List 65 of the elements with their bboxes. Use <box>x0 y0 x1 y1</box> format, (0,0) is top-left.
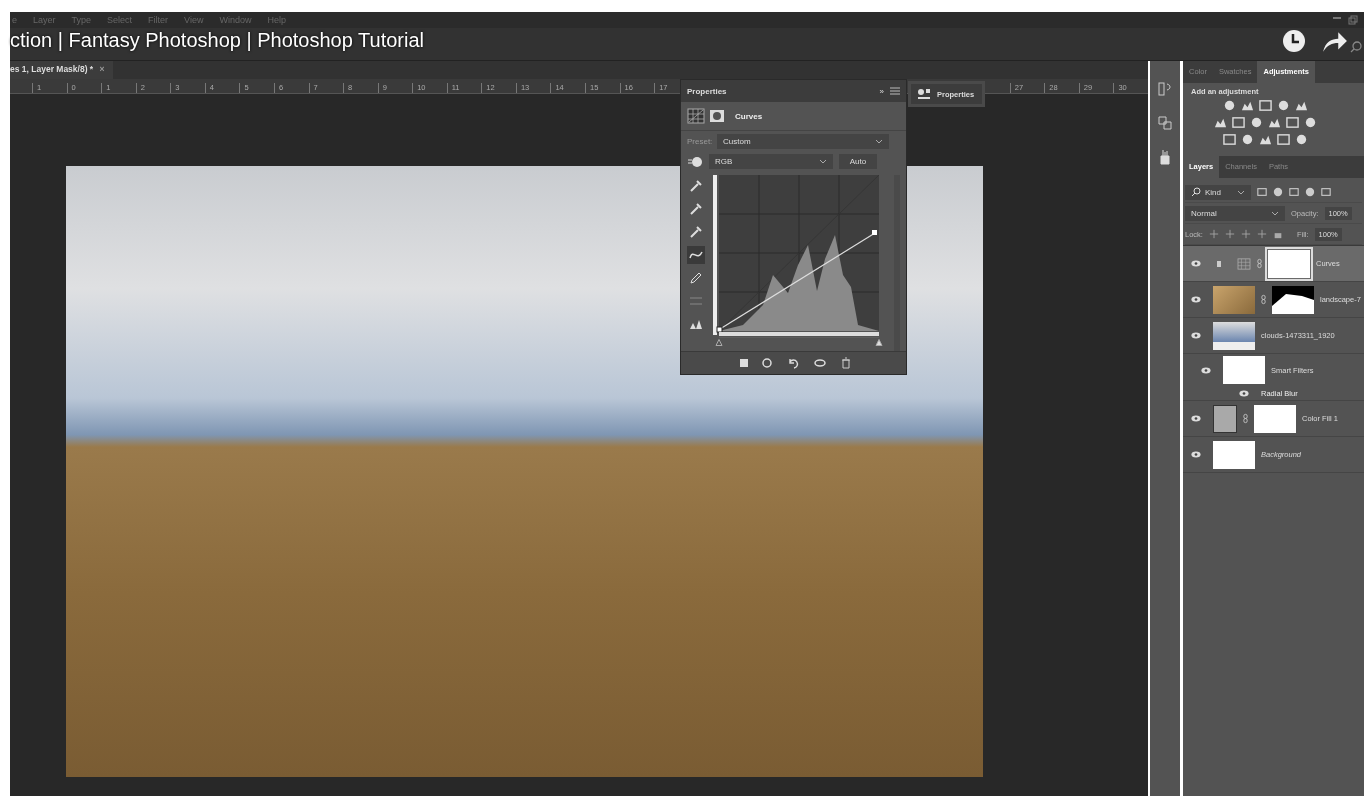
adjustment-icon[interactable] <box>1268 116 1281 129</box>
dock-panel-icon[interactable] <box>1157 149 1173 165</box>
panel-action-icon[interactable] <box>786 357 801 369</box>
link-chain-icon <box>1243 413 1248 424</box>
adjustment-icon[interactable] <box>1295 99 1308 112</box>
adjustment-icon[interactable] <box>1223 99 1236 112</box>
layer-thumbnail[interactable] <box>1213 321 1255 350</box>
layer-thumbnail[interactable] <box>1213 440 1255 469</box>
layer-mask-thumbnail[interactable] <box>1268 249 1310 278</box>
preset-dropdown[interactable]: Custom <box>717 134 889 149</box>
visibility-eye-icon[interactable] <box>1191 332 1201 339</box>
auto-button[interactable]: Auto <box>839 154 877 169</box>
filter-mask-thumbnail[interactable] <box>1223 356 1265 384</box>
mask-icon[interactable] <box>709 109 725 123</box>
share-arrow-icon[interactable] <box>1322 31 1348 53</box>
visibility-eye-icon[interactable] <box>1191 296 1201 303</box>
adjustment-icon[interactable] <box>1277 133 1290 146</box>
adjustment-icon[interactable] <box>1295 133 1308 146</box>
preset-label: Preset: <box>687 137 711 146</box>
adjustment-icon[interactable] <box>1259 133 1272 146</box>
dock-panel-icon[interactable] <box>1157 115 1173 131</box>
panel-action-icon[interactable] <box>812 357 827 369</box>
adjustment-icon[interactable] <box>1223 133 1236 146</box>
input-slider-handle[interactable] <box>715 339 723 346</box>
visibility-eye-icon[interactable] <box>1191 451 1201 458</box>
link-chain-icon <box>1261 294 1266 305</box>
search-icon[interactable] <box>1350 41 1362 53</box>
adjustment-icon[interactable] <box>1259 99 1272 112</box>
hand-adjust-icon[interactable] <box>687 154 703 169</box>
kind-filter-dropdown[interactable]: Kind <box>1185 184 1251 200</box>
visibility-eye-icon[interactable] <box>1191 415 1201 422</box>
visibility-eye-icon[interactable] <box>1239 389 1249 397</box>
channel-dropdown[interactable]: RGB <box>709 154 833 169</box>
adjustment-icon[interactable] <box>1250 116 1263 129</box>
menu-icon[interactable] <box>890 87 900 95</box>
expand-button[interactable]: » <box>879 86 884 96</box>
curves-grid-icon[interactable] <box>687 108 705 124</box>
adjustment-icon[interactable] <box>1241 99 1254 112</box>
panel-action-icon[interactable] <box>760 357 775 369</box>
adjustment-icon[interactable] <box>1286 116 1299 129</box>
visibility-eye-icon[interactable] <box>1191 260 1201 267</box>
adjustment-icon[interactable] <box>1214 116 1227 129</box>
adjustment-icon[interactable] <box>1277 99 1290 112</box>
layer-mask-thumbnail[interactable] <box>1272 285 1314 314</box>
adjustment-icon[interactable] <box>1304 116 1317 129</box>
adjustment-icon[interactable] <box>1232 116 1245 129</box>
adjustment-name: Curves <box>735 111 763 121</box>
search-icon <box>1191 187 1201 197</box>
control-point[interactable] <box>716 326 723 333</box>
panel-title[interactable]: Properties <box>687 86 874 96</box>
layer-thumbnail[interactable] <box>1213 285 1255 314</box>
document-tab[interactable]: es 1, Layer Mask/8) * × <box>10 61 113 79</box>
clock-icon[interactable] <box>1282 29 1306 53</box>
video-title: ction | Fantasy Photoshop | Photoshop Tutorial <box>10 29 424 52</box>
blend-mode-dropdown[interactable]: Normal <box>1185 205 1285 221</box>
link-chain-icon <box>1257 258 1262 269</box>
curve-tool-icon[interactable] <box>687 246 705 264</box>
dock-panel-icon[interactable] <box>1157 81 1173 97</box>
curves-grid-icon <box>1237 257 1251 270</box>
adjustment-icon[interactable] <box>1241 133 1254 146</box>
input-slider-handle[interactable] <box>875 339 883 346</box>
layer-mask-thumbnail[interactable] <box>1254 404 1296 433</box>
properties-icon <box>917 88 931 100</box>
layer-thumbnail[interactable] <box>1213 404 1237 433</box>
visibility-eye-icon[interactable] <box>1201 366 1211 374</box>
